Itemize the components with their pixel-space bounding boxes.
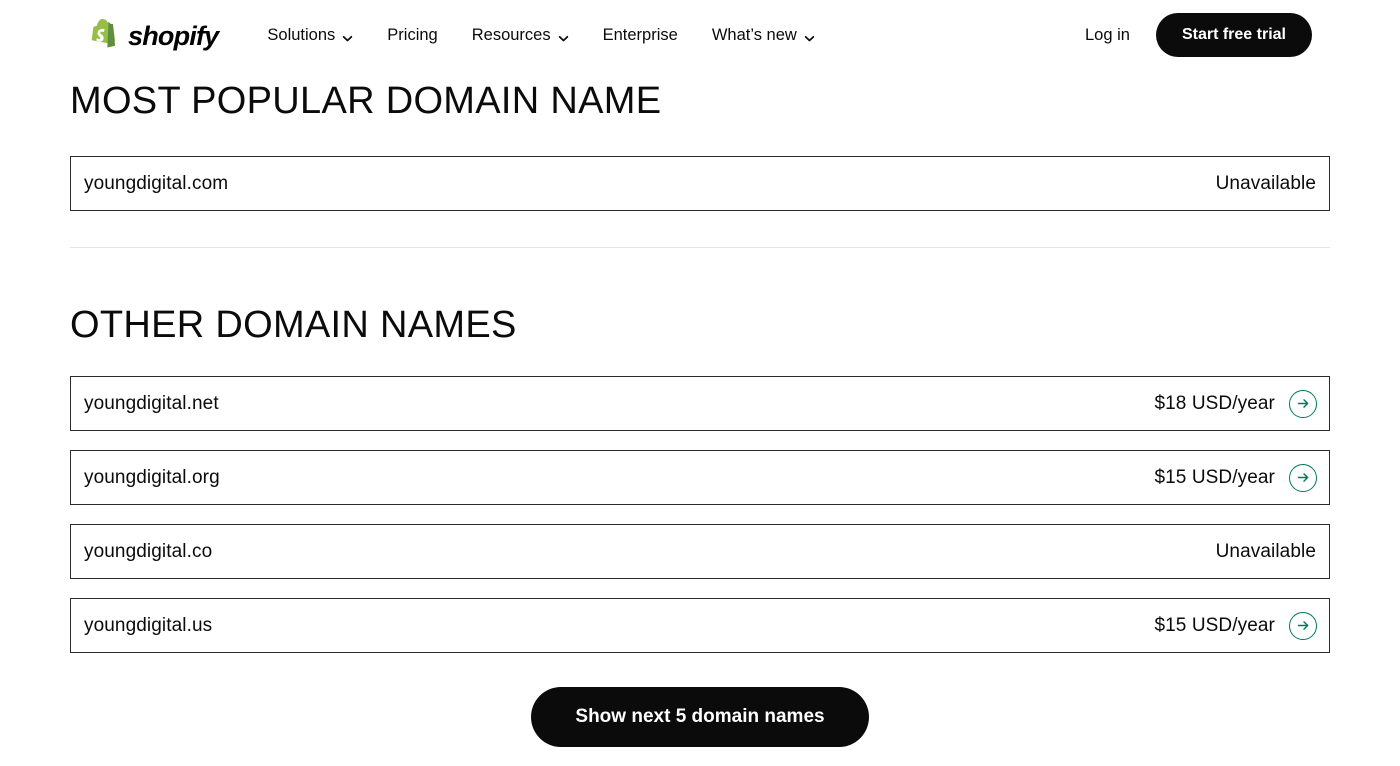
domain-row-right: $15 USD/year: [1154, 611, 1317, 640]
domain-row[interactable]: youngdigital.co Unavailable: [70, 524, 1330, 579]
chevron-down-icon: [342, 30, 353, 41]
chevron-down-icon: [804, 30, 815, 41]
arrow-right-icon[interactable]: [1289, 463, 1317, 492]
nav-item-pricing[interactable]: Pricing: [370, 20, 454, 51]
footer-action-area: Show next 5 domain names: [70, 653, 1330, 747]
shopify-bag-icon: [88, 15, 122, 55]
nav-item-label: What’s new: [711, 25, 797, 44]
start-free-trial-button[interactable]: Start free trial: [1155, 13, 1312, 57]
domain-name: youngdigital.co: [84, 540, 213, 562]
shopify-logo-link[interactable]: shopify: [88, 15, 219, 55]
nav-item-label: Enterprise: [602, 25, 678, 44]
nav-item-resources[interactable]: Resources: [455, 20, 586, 51]
nav-right-actions: Log in Start free trial: [1085, 13, 1312, 57]
log-in-link[interactable]: Log in: [1085, 26, 1130, 45]
domain-row-right: $15 USD/year: [1154, 463, 1317, 492]
domain-row[interactable]: youngdigital.us $15 USD/year: [70, 598, 1330, 653]
other-domain-list: youngdigital.net $18 USD/year youngdigit…: [70, 376, 1330, 653]
domain-row-right: $18 USD/year: [1154, 389, 1317, 418]
domain-row-right: Unavailable: [1216, 173, 1317, 195]
domain-row[interactable]: youngdigital.net $18 USD/year: [70, 376, 1330, 431]
domain-price: $15 USD/year: [1154, 466, 1275, 488]
arrow-right-icon[interactable]: [1289, 389, 1317, 418]
show-next-domains-button[interactable]: Show next 5 domain names: [531, 687, 869, 747]
domain-name: youngdigital.us: [84, 614, 213, 636]
nav-item-whats-new[interactable]: What’s new: [695, 20, 832, 51]
other-domains-heading: OTHER DOMAIN NAMES: [70, 304, 517, 346]
domain-price: $18 USD/year: [1154, 392, 1275, 414]
chevron-down-icon: [558, 30, 569, 41]
domain-price: $15 USD/year: [1154, 614, 1275, 636]
domain-name: youngdigital.org: [84, 466, 220, 488]
domain-name: youngdigital.com: [84, 172, 229, 194]
status-badge: Unavailable: [1215, 172, 1316, 194]
domain-row[interactable]: youngdigital.com Unavailable: [70, 156, 1330, 211]
domain-results-content: MOST POPULAR DOMAIN NAME youngdigital.co…: [0, 70, 1400, 747]
most-popular-heading: MOST POPULAR DOMAIN NAME: [70, 80, 662, 122]
popular-domain-list: youngdigital.com Unavailable: [70, 156, 1330, 211]
arrow-right-icon[interactable]: [1289, 611, 1317, 640]
nav-item-solutions[interactable]: Solutions: [250, 20, 370, 51]
nav-item-enterprise[interactable]: Enterprise: [586, 20, 695, 51]
domain-row-right: Unavailable: [1216, 541, 1317, 563]
nav-item-label: Pricing: [387, 25, 438, 44]
domain-row[interactable]: youngdigital.org $15 USD/year: [70, 450, 1330, 505]
status-badge: Unavailable: [1215, 540, 1316, 562]
domain-name: youngdigital.net: [84, 392, 219, 414]
shopify-wordmark: shopify: [128, 20, 219, 51]
top-navigation-bar: shopify Solutions Pricing Resources Ente…: [0, 0, 1400, 70]
main-nav-links: Solutions Pricing Resources Enterprise W…: [250, 20, 831, 51]
nav-item-label: Resources: [471, 25, 551, 44]
nav-item-label: Solutions: [267, 25, 336, 44]
